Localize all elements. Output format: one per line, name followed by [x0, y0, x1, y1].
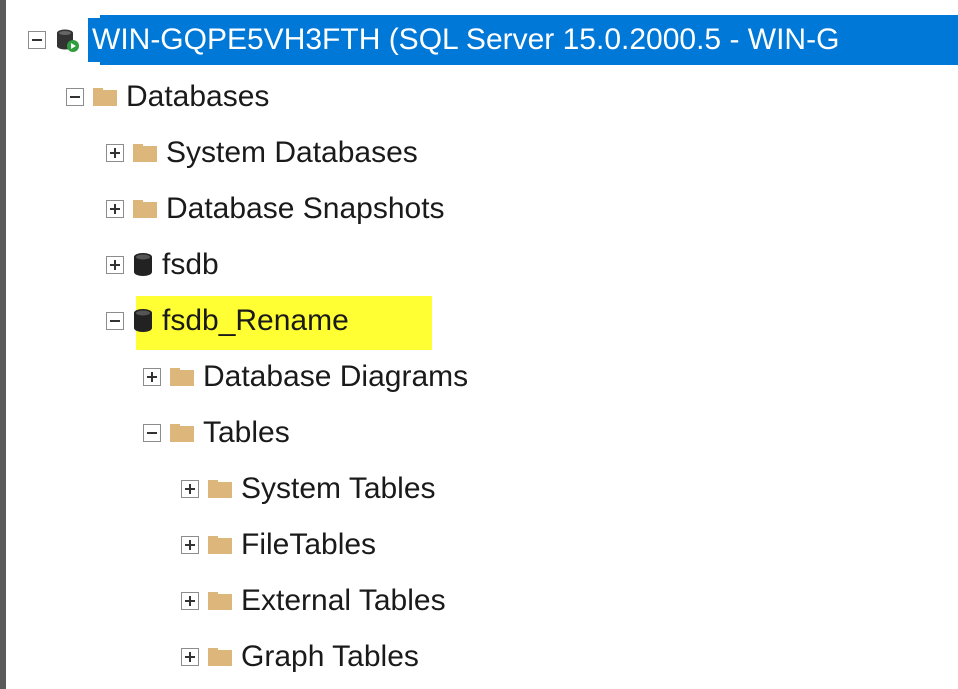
tree-node-filetables[interactable]: FileTables	[181, 517, 376, 573]
folder-icon	[92, 86, 118, 108]
folder-icon	[169, 366, 195, 388]
expand-toggle[interactable]	[143, 368, 161, 386]
folder-icon	[132, 142, 158, 164]
tree-node-tables[interactable]: Tables	[143, 405, 290, 461]
folder-icon	[132, 198, 158, 220]
tree-node-label: Database Diagrams	[203, 360, 469, 393]
folder-icon	[207, 646, 233, 668]
tree-node-label: FileTables	[241, 528, 377, 561]
collapse-toggle[interactable]	[106, 312, 124, 330]
tree-node-label: Database Snapshots	[166, 192, 445, 225]
tree-node-databases[interactable]: Databases	[66, 69, 269, 125]
collapse-toggle[interactable]	[66, 88, 84, 106]
tree-node-external-tables[interactable]: External Tables	[181, 573, 446, 629]
tree-node-label: fsdb_Rename	[162, 304, 349, 337]
folder-icon	[207, 590, 233, 612]
tree-node-label: fsdb	[162, 248, 219, 281]
tree-node-server[interactable]: WIN-GQPE5VH3FTH (SQL Server 15.0.2000.5 …	[28, 12, 844, 68]
tree-node-database-diagrams[interactable]: Database Diagrams	[143, 349, 468, 405]
server-connected-icon	[54, 27, 80, 53]
panel-border	[0, 0, 6, 689]
tree-node-label: System Databases	[166, 136, 418, 169]
collapse-toggle[interactable]	[143, 424, 161, 442]
expand-toggle[interactable]	[181, 592, 199, 610]
expand-toggle[interactable]	[106, 200, 124, 218]
tree-node-label: Databases	[126, 80, 270, 113]
folder-icon	[207, 534, 233, 556]
tree-node-label: Tables	[203, 416, 290, 449]
database-icon	[132, 308, 154, 334]
tree-node-label: External Tables	[241, 584, 446, 617]
tree-node-label: System Tables	[241, 472, 436, 505]
collapse-toggle[interactable]	[28, 31, 46, 49]
tree-node-system-databases[interactable]: System Databases	[106, 125, 418, 181]
tree-node-system-tables[interactable]: System Tables	[181, 461, 436, 517]
expand-toggle[interactable]	[106, 256, 124, 274]
server-label[interactable]: WIN-GQPE5VH3FTH (SQL Server 15.0.2000.5 …	[88, 18, 844, 62]
tree-node-graph-tables[interactable]: Graph Tables	[181, 629, 419, 685]
expand-toggle[interactable]	[106, 144, 124, 162]
expand-toggle[interactable]	[181, 648, 199, 666]
folder-icon	[207, 478, 233, 500]
object-explorer-tree: WIN-GQPE5VH3FTH (SQL Server 15.0.2000.5 …	[0, 0, 958, 689]
expand-toggle[interactable]	[181, 536, 199, 554]
folder-icon	[169, 422, 195, 444]
expand-toggle[interactable]	[181, 480, 199, 498]
tree-node-label: Graph Tables	[241, 640, 419, 673]
tree-node-fsdb[interactable]: fsdb	[106, 237, 219, 293]
tree-node-database-snapshots[interactable]: Database Snapshots	[106, 181, 445, 237]
tree-node-fsdb-rename[interactable]: fsdb_Rename	[106, 293, 349, 349]
database-icon	[132, 252, 154, 278]
